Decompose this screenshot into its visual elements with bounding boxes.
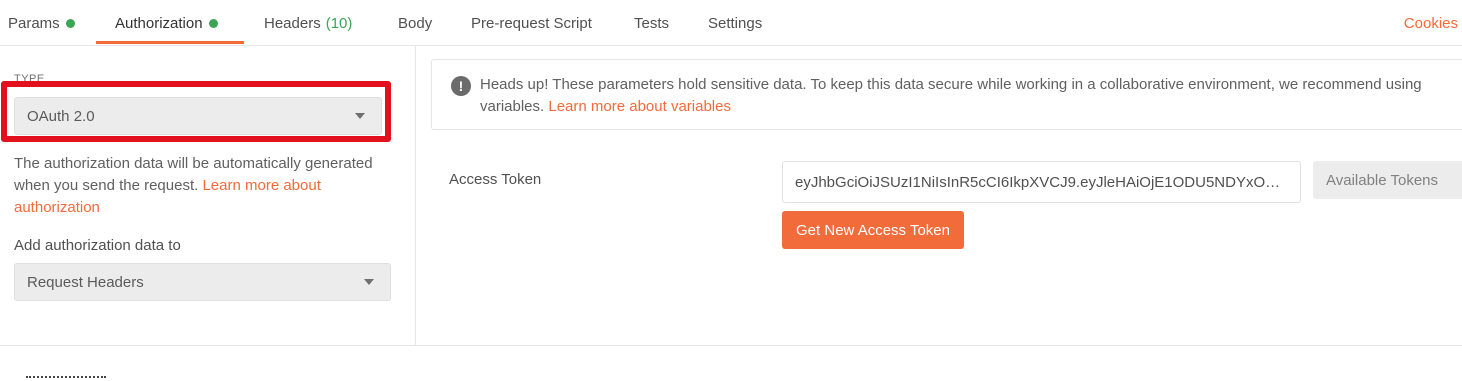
access-token-input[interactable]: [782, 161, 1301, 203]
tab-authorization-status-dot: [208, 18, 218, 28]
access-token-label: Access Token: [449, 171, 542, 188]
tab-authorization-label: Authorization: [115, 14, 203, 32]
active-tab-indicator: [96, 41, 244, 44]
section-divider: [0, 345, 1462, 346]
sensitive-data-notice: ! Heads up! These parameters hold sensit…: [431, 59, 1462, 130]
cropped-content-fragment: [26, 370, 126, 381]
cookies-link[interactable]: Cookies: [1404, 0, 1458, 46]
tab-tests[interactable]: Tests: [634, 0, 669, 46]
tab-authorization[interactable]: Authorization: [115, 0, 218, 46]
chevron-down-icon: [364, 279, 374, 285]
request-tab-bar: Params Authorization Headers (10) Body P…: [0, 0, 1462, 46]
add-auth-data-select[interactable]: Request Headers: [14, 263, 391, 301]
add-auth-data-label: Add authorization data to: [14, 237, 181, 254]
exclamation-icon: !: [451, 76, 471, 96]
get-new-access-token-button[interactable]: Get New Access Token: [782, 211, 964, 249]
tab-pre-request-script[interactable]: Pre-request Script: [471, 0, 592, 46]
notice-text: Heads up! These parameters hold sensitiv…: [480, 74, 1460, 118]
tab-settings-label: Settings: [708, 14, 763, 32]
tab-settings[interactable]: Settings: [708, 0, 762, 46]
available-tokens-dropdown[interactable]: Available Tokens: [1313, 161, 1462, 199]
add-auth-data-value: Request Headers: [27, 273, 144, 291]
tab-body[interactable]: Body: [398, 0, 432, 46]
tab-tests-label: Tests: [634, 14, 670, 32]
auth-config-panel: TYPE OAuth 2.0 The authorization data wi…: [0, 46, 416, 346]
tab-headers-count: (10): [325, 14, 353, 32]
learn-more-variables-link[interactable]: Learn more about variables: [548, 98, 731, 115]
tab-headers-label: Headers: [264, 14, 321, 32]
tab-params[interactable]: Params: [8, 0, 75, 46]
tab-params-label: Params: [8, 14, 60, 32]
tab-params-status-dot: [65, 18, 75, 28]
tab-pre-request-script-label: Pre-request Script: [471, 14, 592, 32]
tab-headers[interactable]: Headers (10): [264, 0, 352, 46]
highlight-annotation-box: [1, 81, 391, 142]
tab-body-label: Body: [398, 14, 433, 32]
auth-description: The authorization data will be automatic…: [14, 153, 394, 219]
